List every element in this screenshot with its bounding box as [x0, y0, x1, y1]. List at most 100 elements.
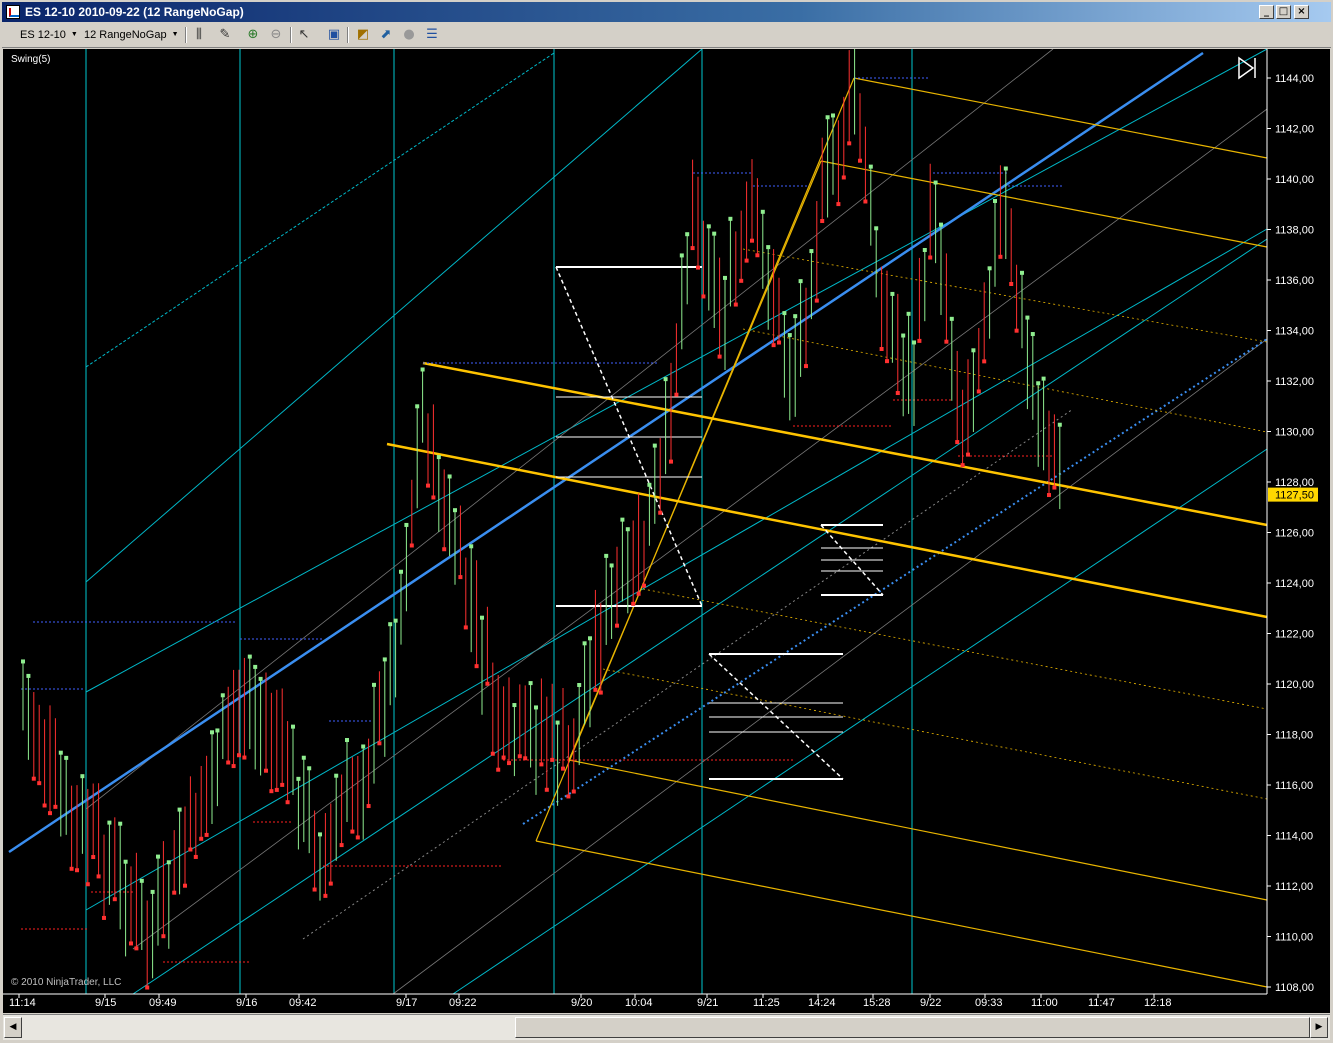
time-axis-label: 9/15 — [95, 997, 116, 1009]
price-bar-close — [809, 249, 814, 254]
price-bar-close — [85, 882, 90, 887]
price-bar-close — [960, 463, 965, 468]
price-bar-close — [307, 766, 312, 771]
title-bar[interactable]: ES 12-10 2010-09-22 (12 RangeNoGap) _ □ … — [2, 2, 1331, 22]
indicators-icon[interactable]: ◩ — [354, 26, 372, 44]
toolbar-separator — [290, 27, 292, 43]
indicator-label: Swing(5) — [11, 54, 51, 65]
price-bar-close — [814, 298, 819, 303]
time-axis-label: 9/20 — [571, 997, 592, 1009]
restore-button[interactable]: □ — [1276, 5, 1291, 19]
period-selector[interactable]: 12 RangeNoGap ▼ — [84, 26, 179, 44]
price-bar-close — [285, 800, 290, 805]
app-icon — [6, 5, 20, 19]
price-bar-close — [571, 789, 576, 794]
price-bar-close — [156, 854, 160, 859]
snapshot-icon[interactable]: ▣ — [325, 26, 343, 44]
price-bar-close — [377, 741, 382, 746]
price-axis-label: 1132,00 — [1275, 376, 1314, 388]
price-bar-close — [598, 690, 603, 695]
price-bar-close — [820, 219, 825, 224]
price-bar-close — [544, 787, 549, 792]
price-bar-close — [48, 811, 52, 816]
price-bar-close — [420, 367, 425, 372]
time-axis-label: 9/16 — [236, 997, 257, 1009]
price-bar-close — [723, 275, 727, 280]
price-bar-close — [372, 682, 376, 687]
price-bar-close — [652, 443, 657, 448]
price-chart[interactable]: 1144,00 1142,00 1140,00 1138,00 1136,00 1134,… — [3, 49, 1330, 1013]
price-bar-close — [517, 754, 522, 759]
price-bar-close — [501, 755, 506, 760]
price-bar-close — [80, 774, 85, 779]
time-axis-label: 09:42 — [289, 997, 317, 1009]
price-bar-close — [955, 440, 960, 445]
price-bar-close — [426, 483, 430, 488]
price-bar-close — [215, 728, 220, 733]
price-bar-close — [112, 897, 117, 902]
strategies-icon[interactable]: ⬈ — [377, 26, 395, 44]
price-bar-close — [609, 563, 614, 568]
scroll-left-button[interactable]: ◀ — [4, 1017, 22, 1038]
price-bar-close — [166, 860, 171, 865]
time-axis-label: 9/17 — [396, 997, 417, 1009]
pitchfork-handle — [568, 160, 822, 761]
price-bar-close — [1041, 376, 1046, 381]
drawing-tool-icon[interactable]: ✎ — [216, 26, 234, 44]
minimize-button[interactable]: _ — [1259, 5, 1274, 19]
chart-canvas[interactable]: 1144,00 1142,00 1140,00 1138,00 1136,00 1134,… — [3, 49, 1330, 1013]
price-bar-close — [334, 773, 339, 778]
price-bar-close — [1020, 270, 1024, 275]
price-bar-close — [944, 339, 949, 344]
price-bar-close — [345, 738, 349, 743]
price-bar-close — [658, 510, 663, 515]
price-bar-close — [1025, 315, 1030, 320]
price-bar-close — [593, 687, 598, 692]
pointer-icon[interactable]: ↖ — [295, 26, 313, 44]
price-bar-close — [523, 756, 528, 761]
zoom-in-icon[interactable]: ⊕ — [244, 26, 262, 44]
bar-type-icon[interactable]: ⫼ — [190, 26, 208, 44]
price-axis-label: 1134,00 — [1275, 326, 1314, 338]
price-bar-close — [102, 915, 106, 920]
scroll-right-button[interactable]: ▶ — [1310, 1017, 1328, 1038]
price-bar-close — [204, 832, 209, 837]
price-bar-close — [361, 744, 366, 749]
toolbar-separator — [347, 27, 349, 43]
price-bar-close — [566, 794, 571, 799]
properties-icon[interactable]: ☰ — [423, 26, 441, 44]
price-bar-close — [1047, 493, 1051, 498]
price-bar-close — [922, 247, 927, 252]
time-axis-label: 09:22 — [449, 997, 477, 1009]
time-axis-label: 09:49 — [149, 997, 177, 1009]
price-bar-close — [620, 517, 625, 522]
zoom-out-icon[interactable]: ⊖ — [267, 26, 285, 44]
scroll-thumb[interactable] — [515, 1017, 1310, 1038]
pitchfork-line-cyan — [452, 448, 1268, 995]
median-line-dotted — [302, 408, 1074, 940]
trend-line-gold — [386, 442, 1268, 619]
price-bar-close — [912, 340, 916, 345]
price-bar-close — [642, 583, 646, 588]
instrument-selector[interactable]: ES 12-10 ▼ — [20, 26, 78, 44]
data-box-icon[interactable]: ● — [400, 26, 418, 44]
period-label: 12 RangeNoGap — [84, 29, 167, 41]
price-bar-close — [685, 232, 690, 237]
close-button[interactable]: × — [1294, 5, 1309, 19]
price-bar-close — [318, 832, 322, 837]
price-bar-close — [868, 164, 873, 169]
scroll-to-end-icon[interactable] — [1238, 56, 1256, 80]
price-bar-close — [1052, 485, 1057, 490]
price-bar-close — [890, 291, 895, 296]
horizontal-scrollbar[interactable]: ◀ ▶ — [3, 1014, 1330, 1040]
price-bar-close — [528, 681, 533, 686]
price-bar-close — [161, 934, 166, 939]
price-bar-close — [836, 202, 841, 207]
toolbar-separator — [185, 27, 187, 43]
price-bar-close — [58, 750, 63, 755]
price-bar-close — [625, 527, 630, 532]
price-bar-close — [312, 887, 317, 892]
price-bar-close — [804, 364, 808, 369]
time-axis-label: 12:18 — [1144, 997, 1172, 1009]
price-bar-close — [728, 216, 733, 221]
